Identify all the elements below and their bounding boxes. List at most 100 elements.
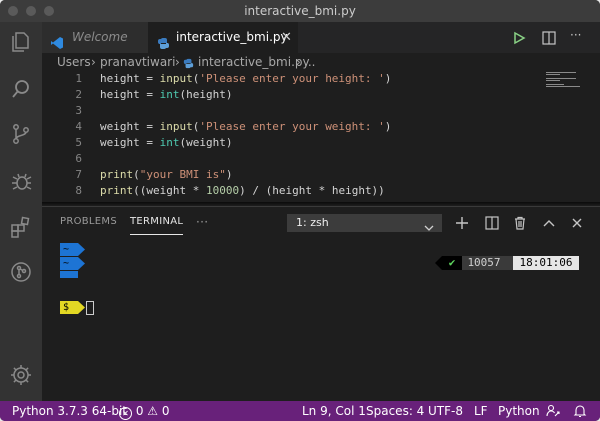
activity-bar <box>0 22 42 401</box>
code-token: "your BMI is" <box>139 168 226 181</box>
minimap[interactable] <box>546 71 586 91</box>
error-count: 0 <box>135 404 144 418</box>
chevron-down-icon <box>424 220 434 236</box>
code-token: ) / (height * height)) <box>239 184 385 197</box>
code-token: int <box>159 88 180 101</box>
powerline-arrow-icon <box>78 243 85 256</box>
code-token: input <box>159 72 193 85</box>
error-icon: ✕ <box>119 407 132 420</box>
tab-problems[interactable]: PROBLEMS <box>60 207 117 237</box>
indentation[interactable]: Spaces: 4 <box>366 401 424 421</box>
cursor-position[interactable]: Ln 9, Col 1 <box>302 401 366 421</box>
powerline-arrow-left-icon <box>435 256 442 270</box>
code-token: ) <box>384 72 392 85</box>
editor-actions: ··· <box>500 22 600 53</box>
breadcrumb: Users › pranavtiwari › interactive_bmi.p… <box>42 53 600 71</box>
line-number: 4 <box>75 120 82 133</box>
code-token: print <box>100 168 134 181</box>
kill-terminal-icon[interactable] <box>513 215 527 230</box>
panel-more-icon[interactable]: ··· <box>196 207 208 237</box>
code-line[interactable]: height = input('Please enter your height… <box>100 71 391 87</box>
title-bar: interactive_bmi.py <box>0 0 600 22</box>
line-number: 8 <box>75 184 82 197</box>
line-number: 5 <box>75 136 82 149</box>
problems-indicator[interactable]: ✕ 0 ⚠ 0 <box>119 401 170 421</box>
chevron-right-icon: › <box>175 55 180 69</box>
more-actions-icon[interactable]: ··· <box>570 29 584 44</box>
code-token: 'Please enter your height: ' <box>199 72 385 85</box>
bottom-panel: PROBLEMS TERMINAL ··· 1: zsh ~ ~ $ ✔ 100… <box>42 206 600 402</box>
source-control-icon[interactable] <box>9 122 33 146</box>
shell-select-value: 1: zsh <box>296 216 329 229</box>
powerline-arrow-icon <box>78 301 85 314</box>
git-graph-icon[interactable] <box>9 260 33 284</box>
close-tab-icon[interactable]: ✕ <box>281 22 292 53</box>
code-editor[interactable]: 12345678 height = input('Please enter yo… <box>42 71 600 206</box>
notifications-bell-icon[interactable] <box>573 404 587 421</box>
tab-terminal[interactable]: TERMINAL <box>130 207 184 235</box>
code-token: height = <box>100 88 160 101</box>
python-interpreter[interactable]: Python 3.7.3 64-bit <box>12 401 127 421</box>
code-token: weight = <box>100 120 160 133</box>
prompt-dollar-segment: $ <box>60 301 78 314</box>
code-line[interactable]: height = int(height) <box>100 87 232 103</box>
extensions-icon[interactable] <box>9 215 33 239</box>
code-line[interactable]: print((weight * 10000) / (height * heigh… <box>100 183 385 199</box>
tab-label: Welcome <box>72 30 128 44</box>
terminal[interactable]: ~ ~ $ ✔ 10057 18:01:06 <box>42 239 600 399</box>
code-token: 'Please enter your weight: ' <box>199 120 385 133</box>
prompt-fill-segment <box>60 271 78 278</box>
tab-welcome[interactable]: Welcome <box>42 22 148 53</box>
code-token: weight = <box>100 136 160 149</box>
warning-count: 0 <box>161 404 170 418</box>
vscode-window: interactive_bmi.py Welcome interactive_b… <box>0 0 600 421</box>
code-token: ((weight * <box>133 184 206 197</box>
chevron-right-icon: › <box>296 55 301 69</box>
code-token: height = <box>100 72 160 85</box>
code-token: (weight) <box>179 136 233 149</box>
breadcrumb-symbols[interactable]: ... <box>304 53 315 71</box>
code-line[interactable]: weight = input('Please enter your weight… <box>100 119 391 135</box>
window-title: interactive_bmi.py <box>244 4 356 18</box>
terminal-cursor <box>86 301 94 315</box>
search-icon[interactable] <box>9 77 33 101</box>
warning-icon: ⚠ <box>147 404 159 418</box>
code-token: ) <box>225 168 233 181</box>
chevron-right-icon: › <box>91 55 96 69</box>
maximize-panel-icon[interactable] <box>542 215 556 229</box>
code-line[interactable]: weight = int(weight) <box>100 135 232 151</box>
debug-icon[interactable] <box>9 169 33 193</box>
feedback-icon[interactable] <box>546 404 560 421</box>
line-number: 2 <box>75 88 82 101</box>
editor-tabs: Welcome interactive_bmi.py ✕ ··· <box>42 22 600 53</box>
line-number: 1 <box>75 72 82 85</box>
split-terminal-icon[interactable] <box>485 215 499 230</box>
powerline-arrow-icon <box>78 257 85 270</box>
close-panel-icon[interactable] <box>570 215 584 229</box>
breadcrumb-user[interactable]: pranavtiwari <box>100 53 175 71</box>
new-terminal-icon[interactable] <box>455 215 469 229</box>
code-token: print <box>100 184 134 197</box>
line-ending[interactable]: LF <box>474 401 488 421</box>
code-line[interactable]: print("your BMI is") <box>100 167 232 183</box>
code-token: input <box>159 120 193 133</box>
status-bar: Python 3.7.3 64-bit ✕ 0 ⚠ 0 Ln 9, Col 1 … <box>0 401 600 421</box>
line-number: 3 <box>75 104 82 117</box>
terminal-shell-select[interactable]: 1: zsh <box>287 214 442 232</box>
code-token: 10000 <box>205 184 240 197</box>
history-count: 10057 <box>462 256 506 270</box>
explorer-icon[interactable] <box>9 30 33 54</box>
code-token: ) <box>384 120 392 133</box>
tab-interactive-bmi[interactable]: interactive_bmi.py ✕ <box>148 22 298 53</box>
breadcrumb-users[interactable]: Users <box>57 53 91 71</box>
prompt-time: 18:01:06 <box>513 256 579 270</box>
breadcrumb-file[interactable]: interactive_bmi.py <box>198 53 310 71</box>
encoding[interactable]: UTF-8 <box>428 401 463 421</box>
language-mode[interactable]: Python <box>498 401 540 421</box>
settings-gear-icon[interactable] <box>9 363 33 387</box>
line-number: 7 <box>75 168 82 181</box>
code-token: ( <box>133 168 140 181</box>
line-number: 6 <box>75 152 82 165</box>
split-editor-icon[interactable] <box>542 30 556 45</box>
run-icon[interactable] <box>512 30 526 45</box>
